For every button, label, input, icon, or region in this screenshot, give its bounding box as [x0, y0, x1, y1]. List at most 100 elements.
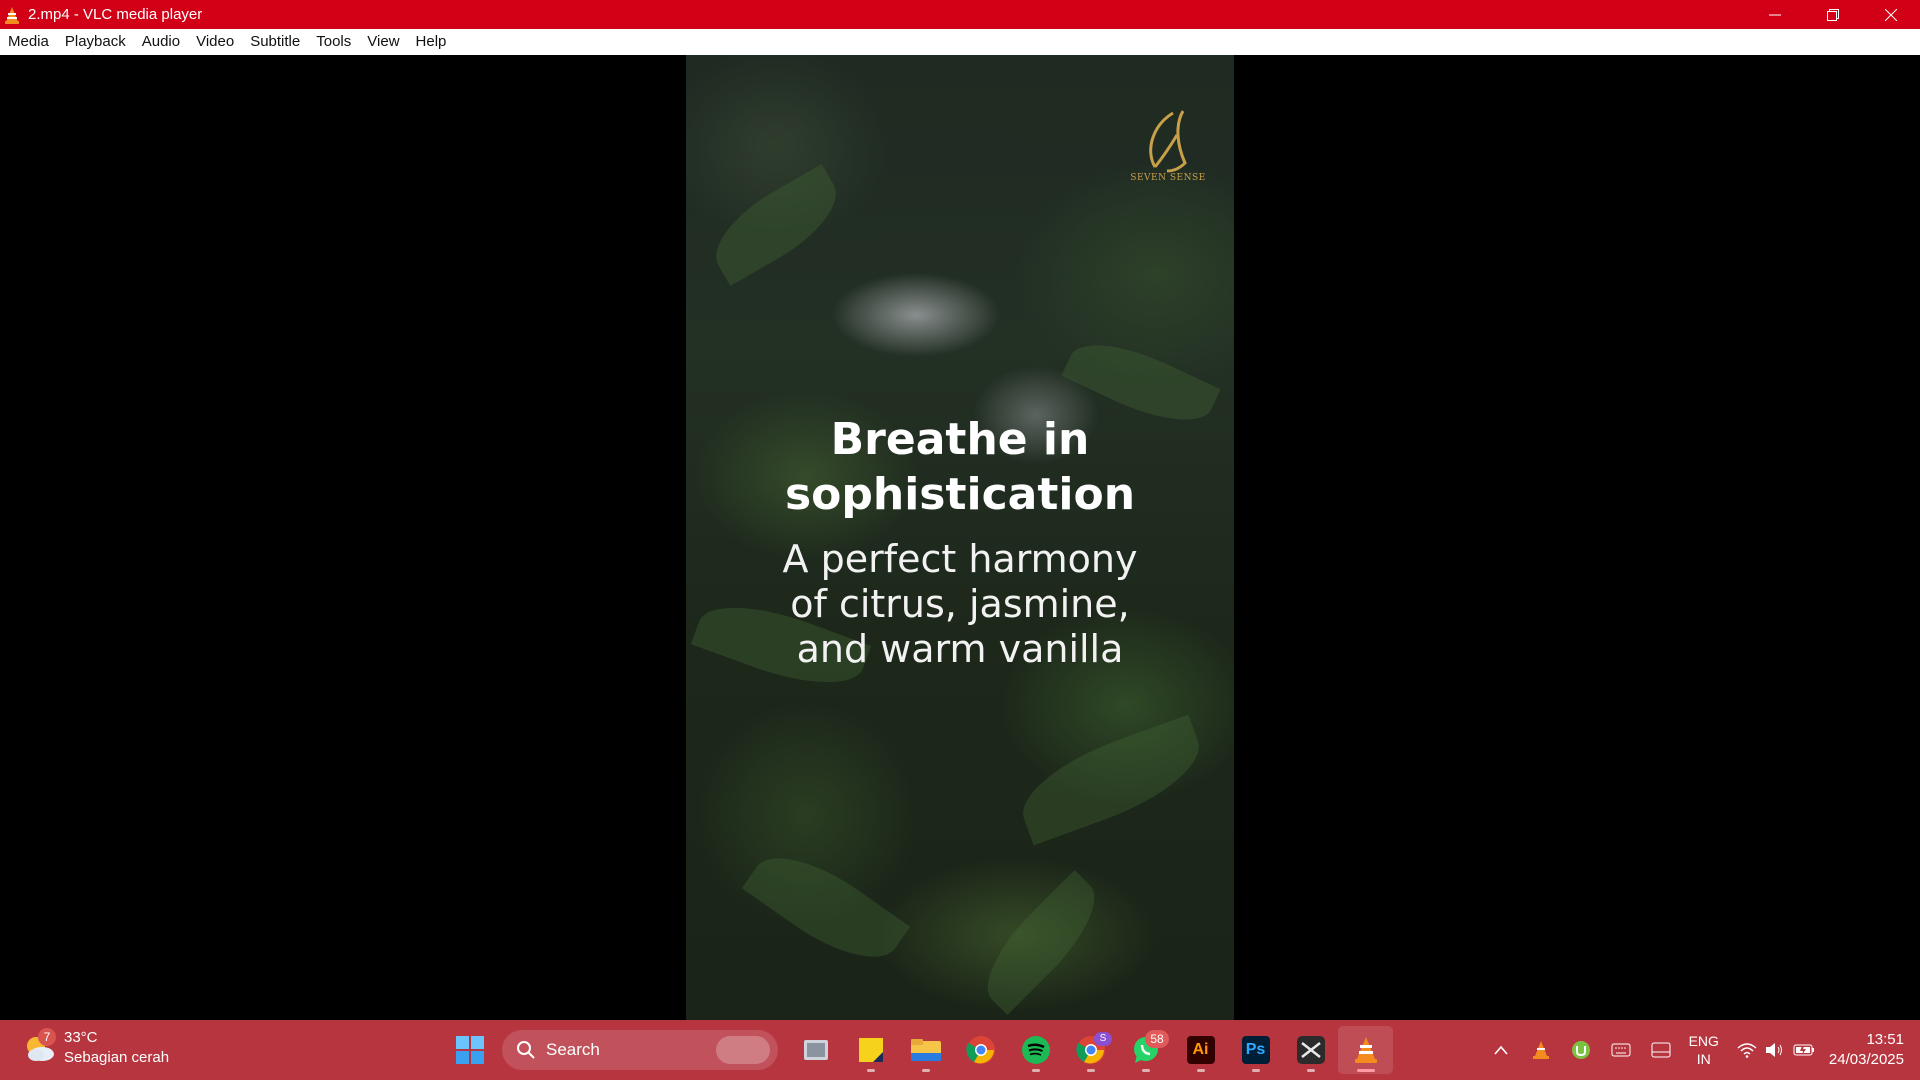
- partly-sunny-icon: 7: [22, 1028, 58, 1066]
- keyboard-tray-button[interactable]: [1601, 1030, 1641, 1070]
- file-explorer-button[interactable]: [898, 1026, 953, 1074]
- video-area[interactable]: SEVEN SENSE Breathe in sophistication A …: [0, 55, 1920, 1020]
- window-controls: [1746, 0, 1920, 29]
- start-button[interactable]: [446, 1026, 494, 1074]
- taskbar: 7 33°C Sebagian cerah Search S 58 Ai Ps …: [0, 1020, 1920, 1080]
- file-explorer-icon: [910, 1039, 941, 1061]
- vlc-taskbar-button[interactable]: [1338, 1026, 1393, 1074]
- speaker-icon: [1765, 1043, 1782, 1057]
- headline-line-1: Breathe in: [830, 414, 1090, 465]
- restore-icon: [1827, 8, 1839, 21]
- capcut-button[interactable]: [1283, 1026, 1338, 1074]
- menu-tools[interactable]: Tools: [308, 29, 359, 55]
- sticky-notes-icon: [858, 1038, 883, 1062]
- running-indicator: [1032, 1069, 1040, 1072]
- subline-line-2: of citrus, jasmine,: [790, 582, 1130, 626]
- wifi-icon: [1737, 1043, 1757, 1058]
- profile-badge: S: [1094, 1032, 1112, 1046]
- close-icon: [1885, 8, 1897, 21]
- weather-widget[interactable]: 7 33°C Sebagian cerah: [22, 1028, 169, 1068]
- taskbar-search[interactable]: Search: [502, 1030, 778, 1070]
- weather-temp: 33°C: [64, 1029, 98, 1046]
- running-indicator: [867, 1069, 875, 1072]
- vlc-icon: [1354, 1037, 1377, 1063]
- photoshop-button[interactable]: Ps: [1228, 1026, 1283, 1074]
- menu-media[interactable]: Media: [0, 29, 57, 55]
- taskbar-apps: S 58 Ai Ps: [788, 1026, 1393, 1074]
- title-bar: 2.mp4 - VLC media player: [0, 0, 1920, 29]
- system-tray: ENG IN 13:51 24/03/2025: [1481, 1020, 1920, 1080]
- photoshop-icon: Ps: [1241, 1036, 1270, 1064]
- utorrent-icon: [1571, 1041, 1590, 1059]
- menu-subtitle[interactable]: Subtitle: [242, 29, 308, 55]
- spotify-button[interactable]: [1008, 1026, 1063, 1074]
- brand-logo-text: SEVEN SENSE: [1130, 173, 1206, 183]
- show-hidden-icons-button[interactable]: [1481, 1030, 1521, 1070]
- menu-help[interactable]: Help: [408, 29, 455, 55]
- close-button[interactable]: [1862, 0, 1920, 29]
- headline-line-2: sophistication: [784, 469, 1136, 520]
- menu-view[interactable]: View: [359, 29, 407, 55]
- window-title: 2.mp4 - VLC media player: [28, 6, 203, 23]
- restore-button[interactable]: [1804, 0, 1862, 29]
- chrome-button[interactable]: [953, 1026, 1008, 1074]
- spotify-icon: [1021, 1036, 1050, 1064]
- tablet-mode-tray-button[interactable]: [1641, 1030, 1681, 1070]
- notification-badge: 58: [1145, 1030, 1169, 1048]
- running-indicator: [1142, 1069, 1150, 1072]
- chrome-icon: [965, 1036, 995, 1064]
- windows-logo-icon: [456, 1036, 484, 1064]
- taskbar-center: Search S 58 Ai Ps: [446, 1026, 1393, 1074]
- minimize-button[interactable]: [1746, 0, 1804, 29]
- weather-desc: Sebagian cerah: [64, 1049, 170, 1066]
- search-icon: [517, 1041, 535, 1059]
- running-indicator: [1357, 1069, 1375, 1072]
- language-indicator[interactable]: ENG IN: [1689, 1032, 1719, 1068]
- sticky-notes-button[interactable]: [843, 1026, 898, 1074]
- clock-date: 24/03/2025: [1828, 1051, 1904, 1068]
- search-label: Search: [546, 1040, 600, 1059]
- whatsapp-button[interactable]: 58: [1118, 1026, 1173, 1074]
- menu-bar: Media Playback Audio Video Subtitle Tool…: [0, 29, 1920, 55]
- utorrent-tray-button[interactable]: [1561, 1030, 1601, 1070]
- weather-text: 33°C Sebagian cerah: [64, 1028, 169, 1068]
- subline-line-1: A perfect harmony: [782, 537, 1138, 581]
- subline-line-3: and warm vanilla: [796, 627, 1124, 671]
- menu-audio[interactable]: Audio: [134, 29, 188, 55]
- volume-button[interactable]: [1761, 1030, 1789, 1070]
- illustrator-button[interactable]: Ai: [1173, 1026, 1228, 1074]
- menu-playback[interactable]: Playback: [57, 29, 134, 55]
- running-indicator: [1197, 1069, 1205, 1072]
- video-frame[interactable]: SEVEN SENSE Breathe in sophistication A …: [686, 55, 1234, 1020]
- menu-video[interactable]: Video: [188, 29, 242, 55]
- background-leaf: [741, 834, 911, 981]
- vlc-tray-icon: [1532, 1041, 1549, 1059]
- running-indicator: [922, 1069, 930, 1072]
- weather-badge: 7: [38, 1028, 56, 1046]
- battery-charging-icon: [1793, 1044, 1814, 1056]
- vlc-cone-icon: [5, 6, 19, 24]
- illustrator-label: Ai: [1192, 1041, 1209, 1058]
- running-indicator: [1252, 1069, 1260, 1072]
- minimize-icon: [1769, 14, 1781, 15]
- running-indicator: [1307, 1069, 1315, 1072]
- chevron-up-icon: [1493, 1045, 1508, 1055]
- clock-time: 13:51: [1866, 1031, 1904, 1048]
- keyboard-icon: [1611, 1043, 1631, 1057]
- capcut-icon: [1296, 1036, 1325, 1064]
- background-leaf: [700, 164, 852, 286]
- network-button[interactable]: [1733, 1030, 1761, 1070]
- task-view-button[interactable]: [788, 1026, 843, 1074]
- vlc-tray-button[interactable]: [1521, 1030, 1561, 1070]
- region-code: IN: [1696, 1051, 1711, 1067]
- battery-button[interactable]: [1789, 1030, 1819, 1070]
- task-view-icon: [803, 1040, 828, 1060]
- language-code: ENG: [1688, 1033, 1719, 1049]
- clock[interactable]: 13:51 24/03/2025: [1829, 1030, 1904, 1070]
- chrome-profile-button[interactable]: S: [1063, 1026, 1118, 1074]
- search-highlight-image: [716, 1036, 770, 1064]
- running-indicator: [1087, 1069, 1095, 1072]
- tablet-icon: [1651, 1042, 1671, 1058]
- photoshop-label: Ps: [1245, 1041, 1266, 1058]
- background-leaf: [968, 870, 1114, 1015]
